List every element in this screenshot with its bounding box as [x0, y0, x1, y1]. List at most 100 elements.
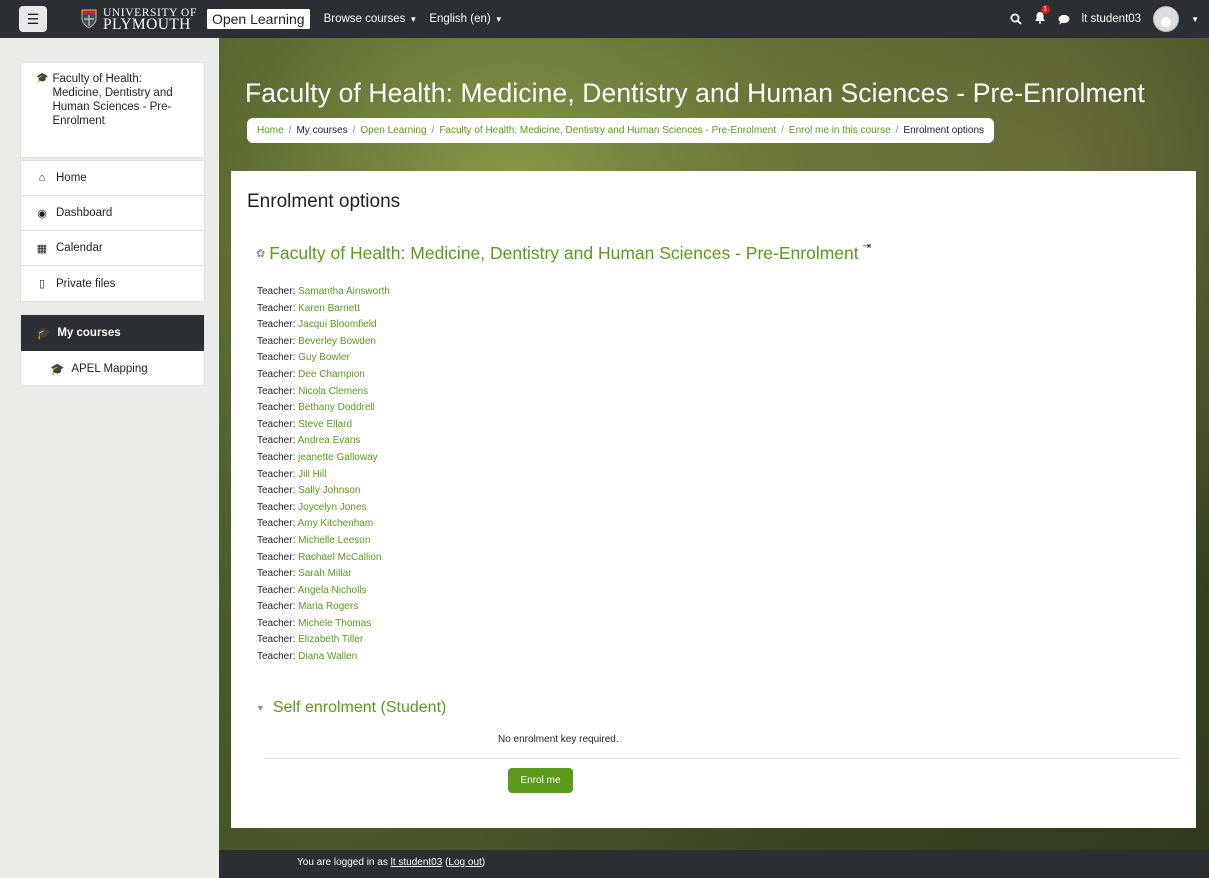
- teacher-link[interactable]: Jill Hill: [298, 469, 326, 480]
- teacher-link[interactable]: Rachael McCallion: [298, 552, 381, 563]
- teacher-link[interactable]: Elizabeth Tiller: [298, 634, 363, 645]
- breadcrumb-separator: /: [781, 125, 784, 136]
- sign-in-icon: ⇥: [862, 241, 872, 252]
- logo-text: UNIVERSITY OF PLYMOUTH: [103, 7, 197, 32]
- teacher-label: Teacher:: [257, 485, 296, 497]
- notifications-button[interactable]: 1: [1034, 5, 1050, 27]
- drawer-item-private-files[interactable]: ▯ Private files: [21, 266, 204, 301]
- course-name-line: Human Sciences - Pre-: [52, 101, 172, 113]
- left-drawer: 🎓 Faculty of Health: Medicine, Dentistry…: [0, 38, 219, 878]
- enrol-me-button[interactable]: Enrol me: [508, 768, 573, 793]
- breadcrumb-separator: /: [288, 125, 292, 136]
- top-navbar: ☰ UNIVERSITY OF PLYMOUTH Open Learning B…: [0, 0, 1209, 38]
- teacher-label: Teacher:: [257, 568, 296, 580]
- teacher-label: Teacher:: [257, 651, 296, 663]
- drawer-toggle-button[interactable]: ☰: [19, 6, 47, 32]
- teacher-row: Teacher: Angela Nicholls: [257, 583, 390, 600]
- teacher-link[interactable]: Nicola Clemens: [298, 386, 368, 397]
- teacher-link[interactable]: Samantha Ainsworth: [298, 286, 390, 297]
- browse-courses-menu[interactable]: Browse courses ▼: [324, 13, 418, 25]
- site-name-link[interactable]: Open Learning: [206, 9, 310, 29]
- drawer-item-apel-mapping[interactable]: 🎓 APEL Mapping: [21, 351, 204, 386]
- breadcrumb-home[interactable]: Home: [257, 125, 284, 136]
- breadcrumb-open-learning[interactable]: Open Learning: [360, 125, 426, 136]
- teacher-link[interactable]: Jacqui Bloomfield: [298, 319, 376, 330]
- course-title-link[interactable]: ✿ Faculty of Health: Medicine, Dentistry…: [256, 241, 872, 264]
- navbar-right: 1 lt student03 ▼: [1010, 0, 1209, 38]
- user-avatar[interactable]: [1153, 6, 1180, 32]
- teacher-label: Teacher:: [257, 601, 296, 613]
- page-header-background: Faculty of Health: Medicine, Dentistry a…: [219, 38, 1209, 878]
- breadcrumb-separator: /: [431, 125, 435, 136]
- teacher-link[interactable]: Sally Johnson: [298, 485, 360, 496]
- drawer-item-my-courses[interactable]: 🎓 My courses: [21, 315, 204, 351]
- caret-down-icon[interactable]: ▼: [1191, 15, 1199, 24]
- teacher-row: Teacher: Andrea Evans: [257, 433, 390, 450]
- teacher-row: Teacher: Diana Wallen: [257, 649, 390, 666]
- teacher-link[interactable]: Sarah Millar: [298, 568, 351, 579]
- teacher-link[interactable]: Andrea Evans: [298, 435, 361, 446]
- teacher-link[interactable]: Steve Ellard: [298, 419, 352, 430]
- home-icon: ⌂: [38, 172, 46, 184]
- teacher-link[interactable]: Angela Nicholls: [298, 585, 367, 596]
- drawer-nav-block: ⌂ Home ◉ Dashboard ▦ Calendar ▯ Private …: [20, 160, 205, 302]
- teacher-link[interactable]: Beverley Bowden: [298, 336, 376, 347]
- drawer-item-calendar[interactable]: ▦ Calendar: [21, 231, 204, 266]
- teacher-link[interactable]: Diana Wallen: [298, 651, 357, 662]
- graduation-cap-icon: 🎓: [50, 363, 65, 376]
- teacher-label: Teacher:: [257, 534, 296, 546]
- teacher-link[interactable]: Dee Champion: [298, 369, 365, 380]
- search-icon[interactable]: [1010, 13, 1022, 25]
- teacher-row: Teacher: Samantha Ainsworth: [257, 284, 390, 301]
- teacher-link[interactable]: Bethany Doddrell: [298, 402, 375, 413]
- breadcrumb-my-courses[interactable]: My courses: [296, 125, 347, 136]
- teacher-label: Teacher:: [257, 435, 296, 447]
- teacher-label: Teacher:: [257, 468, 296, 480]
- self-enrolment-heading: Self enrolment (Student): [272, 699, 447, 716]
- message-icon[interactable]: [1058, 14, 1070, 25]
- user-menu-name[interactable]: lt student03: [1082, 13, 1141, 25]
- teacher-row: Teacher: Rachael McCallion: [257, 550, 390, 567]
- drawer-item-dashboard[interactable]: ◉ Dashboard: [21, 196, 204, 231]
- my-courses-block: 🎓 My courses 🎓 APEL Mapping: [20, 314, 205, 386]
- teacher-label: Teacher:: [257, 368, 296, 380]
- course-name-line: Faculty of Health:: [52, 73, 142, 85]
- course-name-block[interactable]: 🎓 Faculty of Health: Medicine, Dentistry…: [20, 62, 205, 158]
- teacher-row: Teacher: Amy Kitchenham: [257, 516, 390, 533]
- teacher-link[interactable]: Maria Rogers: [298, 601, 358, 612]
- graduation-cap-icon: 🎓: [36, 73, 49, 84]
- course-name-text: Faculty of Health: Medicine, Dentistry a…: [52, 72, 172, 128]
- teacher-row: Teacher: Maria Rogers: [257, 599, 390, 616]
- teacher-link[interactable]: Amy Kitchenham: [298, 518, 374, 529]
- teacher-row: Teacher: Joycelyn Jones: [257, 500, 390, 517]
- teacher-link[interactable]: Michele Thomas: [298, 618, 371, 629]
- self-enrolment-toggle[interactable]: ▼ Self enrolment (Student): [256, 699, 446, 717]
- footer-user-link[interactable]: lt student03: [391, 857, 443, 868]
- breadcrumb-course[interactable]: Faculty of Health: Medicine, Dentistry a…: [439, 125, 776, 136]
- teacher-link[interactable]: Joycelyn Jones: [298, 502, 366, 513]
- breadcrumb-separator: /: [352, 125, 356, 136]
- logout-link[interactable]: Log out: [448, 857, 481, 868]
- breadcrumb-separator: /: [895, 125, 899, 136]
- site-logo[interactable]: UNIVERSITY OF PLYMOUTH: [81, 7, 197, 32]
- avatar-head-icon: [1161, 17, 1172, 27]
- drawer-item-label: Private files: [56, 277, 116, 290]
- page-footer: You are logged in as lt student03 (Log o…: [219, 850, 1209, 878]
- teacher-row: Teacher: Dee Champion: [257, 367, 390, 384]
- teacher-label: Teacher:: [257, 286, 296, 297]
- teacher-link[interactable]: Karen Barnett: [298, 303, 360, 314]
- teacher-link[interactable]: jeanette Galloway: [298, 452, 378, 463]
- notification-count-badge: 1: [1040, 5, 1050, 14]
- language-menu[interactable]: English (en) ▼: [429, 13, 502, 25]
- breadcrumb-enrol[interactable]: Enrol me in this course: [789, 125, 891, 136]
- hamburger-icon: ☰: [26, 10, 40, 27]
- teacher-link[interactable]: Michelle Leeson: [298, 535, 370, 546]
- teacher-row: Teacher: Sally Johnson: [257, 483, 390, 500]
- drawer-item-home[interactable]: ⌂ Home: [21, 161, 204, 196]
- teacher-label: Teacher:: [257, 352, 296, 364]
- file-icon: ▯: [38, 278, 46, 290]
- teacher-row: Teacher: Jill Hill: [257, 467, 390, 484]
- teacher-link[interactable]: Guy Bowler: [298, 352, 350, 363]
- enrolment-heading: Enrolment options: [247, 191, 401, 212]
- logged-in-text: You are logged in as: [297, 857, 391, 868]
